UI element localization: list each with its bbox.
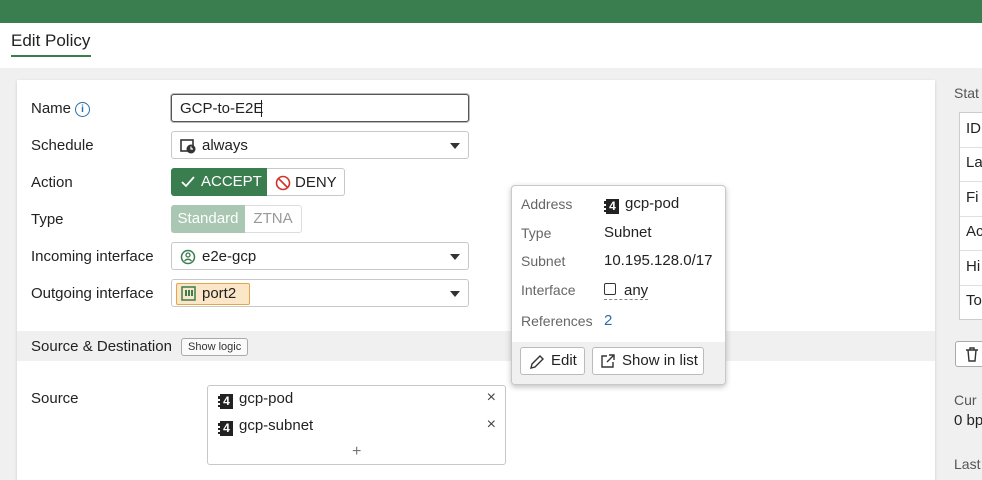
stats-row: To <box>966 292 982 309</box>
name-input-value: GCP-to-E2E <box>180 100 264 117</box>
accept-label: ACCEPT <box>201 173 262 190</box>
divider <box>960 147 982 148</box>
port-icon <box>181 286 196 301</box>
plus-icon[interactable]: + <box>352 443 361 461</box>
divider <box>960 216 982 217</box>
popup-references-label: References <box>521 313 593 329</box>
current-label: Cur <box>954 392 977 408</box>
pencil-icon <box>530 355 544 369</box>
right-stats-panel: Stat ID La Fi Ac Hi To Cur 0 bp Last <box>950 68 982 471</box>
name-label-text: Name <box>31 100 72 117</box>
action-label: Action <box>31 174 73 191</box>
popup-references-link[interactable]: 2 <box>604 312 612 329</box>
source-item[interactable]: 4 gcp-subnet <box>218 417 313 436</box>
show-in-list-label: Show in list <box>622 352 698 369</box>
port-chip: port2 <box>176 283 250 305</box>
edit-button[interactable]: Edit <box>520 347 585 375</box>
popup-subnet-label: Subnet <box>521 253 566 269</box>
dropdown-caret-icon <box>450 254 460 260</box>
show-logic-button[interactable]: Show logic <box>181 338 249 356</box>
popup-footer: Edit Show in list <box>512 342 725 384</box>
standard-toggle[interactable]: Standard <box>171 205 245 233</box>
schedule-label: Schedule <box>31 137 94 154</box>
popup-type-label: Type <box>521 225 552 241</box>
text-cursor <box>261 100 262 117</box>
stats-row: Hi <box>966 258 981 275</box>
popup-address-label: Address <box>521 196 573 212</box>
stats-heading: Stat <box>954 85 979 101</box>
show-in-list-button[interactable]: Show in list <box>592 347 704 375</box>
dropdown-caret-icon <box>450 143 460 149</box>
deny-button[interactable]: DENY <box>267 168 345 196</box>
stats-table: ID La Fi Ac Hi To <box>959 112 982 320</box>
incoming-interface-label: Incoming interface <box>31 248 154 265</box>
name-input[interactable]: GCP-to-E2E <box>171 94 469 122</box>
stats-row: La <box>966 154 982 171</box>
trash-icon <box>966 347 978 362</box>
popup-interface-name: any <box>624 282 649 299</box>
source-item-label: gcp-pod <box>239 390 294 407</box>
address-icon: 4 <box>218 421 233 436</box>
schedule-select[interactable]: always <box>171 131 469 159</box>
edit-button-label: Edit <box>551 352 577 369</box>
info-icon[interactable]: i <box>75 102 91 117</box>
stats-row: Ac <box>966 223 982 240</box>
popup-subnet-value: 10.195.128.0/17 <box>604 252 713 269</box>
schedule-value: always <box>202 137 248 154</box>
source-label: Source <box>31 390 79 407</box>
last-label: Last <box>954 456 981 471</box>
title-underline <box>11 55 91 57</box>
popup-type-value: Subnet <box>604 224 652 241</box>
popup-address-name: gcp-pod <box>625 195 680 212</box>
stats-row: ID <box>966 120 981 137</box>
popup-interface-label: Interface <box>521 282 576 298</box>
popup-address-value: 4 gcp-pod <box>604 195 679 214</box>
close-icon[interactable]: × <box>487 416 496 434</box>
delete-button[interactable] <box>955 341 982 367</box>
address-tooltip-popup: Address 4 gcp-pod Type Subnet Subnet 10.1… <box>511 185 726 385</box>
outgoing-interface-value: port2 <box>202 285 237 302</box>
section-title: Source & Destination <box>31 338 172 355</box>
ztna-toggle[interactable]: ZTNA <box>245 205 302 233</box>
name-label: Name i <box>31 100 91 117</box>
check-icon <box>181 176 195 188</box>
incoming-interface-select[interactable]: e2e-gcp <box>171 242 469 270</box>
deny-label: DENY <box>295 174 337 191</box>
external-link-icon <box>601 354 615 368</box>
incoming-interface-value: e2e-gcp <box>202 248 257 265</box>
current-value: 0 bp <box>954 412 982 429</box>
top-banner <box>0 0 982 23</box>
source-item[interactable]: 4 gcp-pod <box>218 390 293 409</box>
accept-button[interactable]: ACCEPT <box>171 168 267 196</box>
checkbox-icon <box>604 283 616 295</box>
outgoing-interface-label: Outgoing interface <box>31 285 154 302</box>
dropdown-caret-icon <box>450 291 460 297</box>
address-icon: 4 <box>218 394 233 409</box>
source-item-label: gcp-subnet <box>239 417 314 434</box>
divider <box>960 181 982 182</box>
popup-interface-value[interactable]: any <box>604 282 649 300</box>
title-bar <box>0 23 982 68</box>
clock-schedule-icon <box>180 139 196 154</box>
page-title: Edit Policy <box>11 31 91 50</box>
type-label: Type <box>31 211 64 228</box>
stats-row: Fi <box>966 189 979 206</box>
close-icon[interactable]: × <box>487 389 496 407</box>
source-select[interactable]: 4 gcp-pod × 4 gcp-subnet × + <box>207 385 506 465</box>
divider <box>960 285 982 286</box>
address-icon: 4 <box>604 199 619 214</box>
divider <box>960 250 982 251</box>
deny-icon <box>275 175 291 191</box>
outgoing-interface-select[interactable]: port2 <box>171 279 469 307</box>
wan-interface-icon <box>180 249 196 265</box>
